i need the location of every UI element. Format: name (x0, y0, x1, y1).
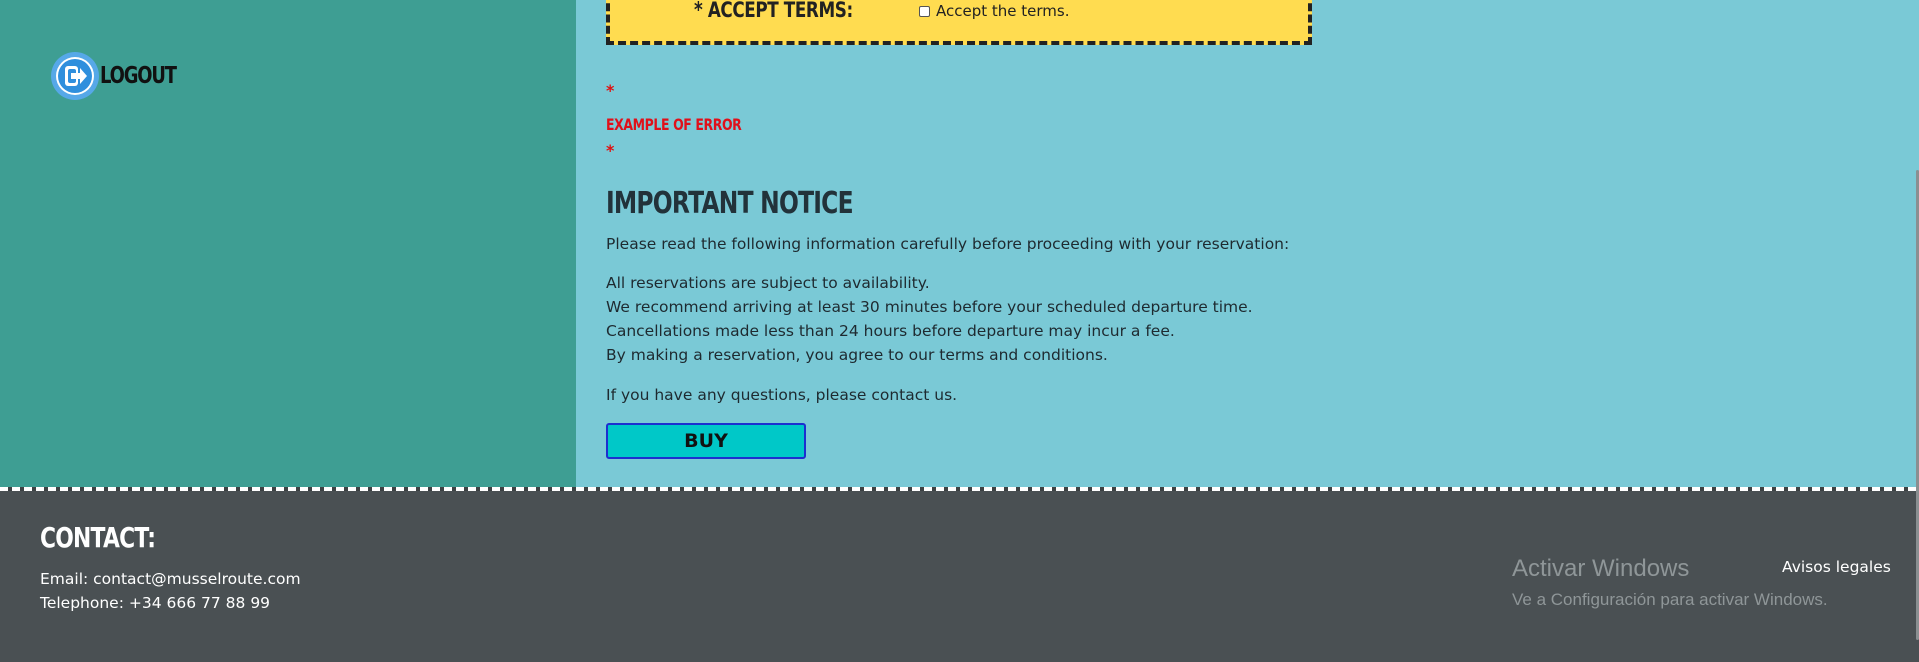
logout-button[interactable]: LOGOUT (50, 51, 197, 101)
notice-line: By making a reservation, you agree to ou… (606, 346, 1108, 364)
notice-title: IMPORTANT NOTICE (606, 186, 854, 221)
accept-terms-control: Accept the terms. (919, 2, 1069, 20)
logout-label: LOGOUT (100, 62, 177, 89)
main-content: * ACCEPT TERMS: Accept the terms. * EXAM… (576, 0, 1919, 489)
contact-telephone: Telephone: +34 666 77 88 99 (40, 594, 271, 612)
contact-email: Email: contact@musselroute.com (40, 570, 301, 588)
windows-activation-title: Activar Windows (1512, 555, 1690, 582)
logout-icon (51, 52, 99, 100)
notice-line: Cancellations made less than 24 hours be… (606, 322, 1175, 340)
accept-terms-checkbox[interactable] (919, 5, 930, 17)
notice-line: We recommend arriving at least 30 minute… (606, 298, 1253, 316)
notice-intro: Please read the following information ca… (606, 235, 1290, 253)
accept-terms-box: * ACCEPT TERMS: Accept the terms. (606, 0, 1312, 45)
sidebar: LOGOUT (0, 0, 576, 489)
buy-button[interactable]: BUY (606, 423, 806, 459)
error-message: EXAMPLE OF ERROR (606, 115, 742, 134)
error-marker-top: * (606, 81, 615, 100)
error-marker-bottom: * (606, 141, 615, 160)
accept-terms-checkbox-label[interactable]: Accept the terms. (936, 2, 1069, 20)
legal-notices-link[interactable]: Avisos legales (1782, 558, 1891, 576)
accept-terms-label: * ACCEPT TERMS: (694, 0, 853, 22)
windows-activation-subtitle: Ve a Configuración para activar Windows. (1512, 590, 1828, 609)
footer: CONTACT: Email: contact@musselroute.com … (0, 491, 1919, 662)
contact-title: CONTACT: (40, 521, 156, 554)
page-scrollbar[interactable] (1915, 0, 1919, 662)
notice-line: All reservations are subject to availabi… (606, 274, 930, 292)
notice-outro: If you have any questions, please contac… (606, 386, 958, 404)
